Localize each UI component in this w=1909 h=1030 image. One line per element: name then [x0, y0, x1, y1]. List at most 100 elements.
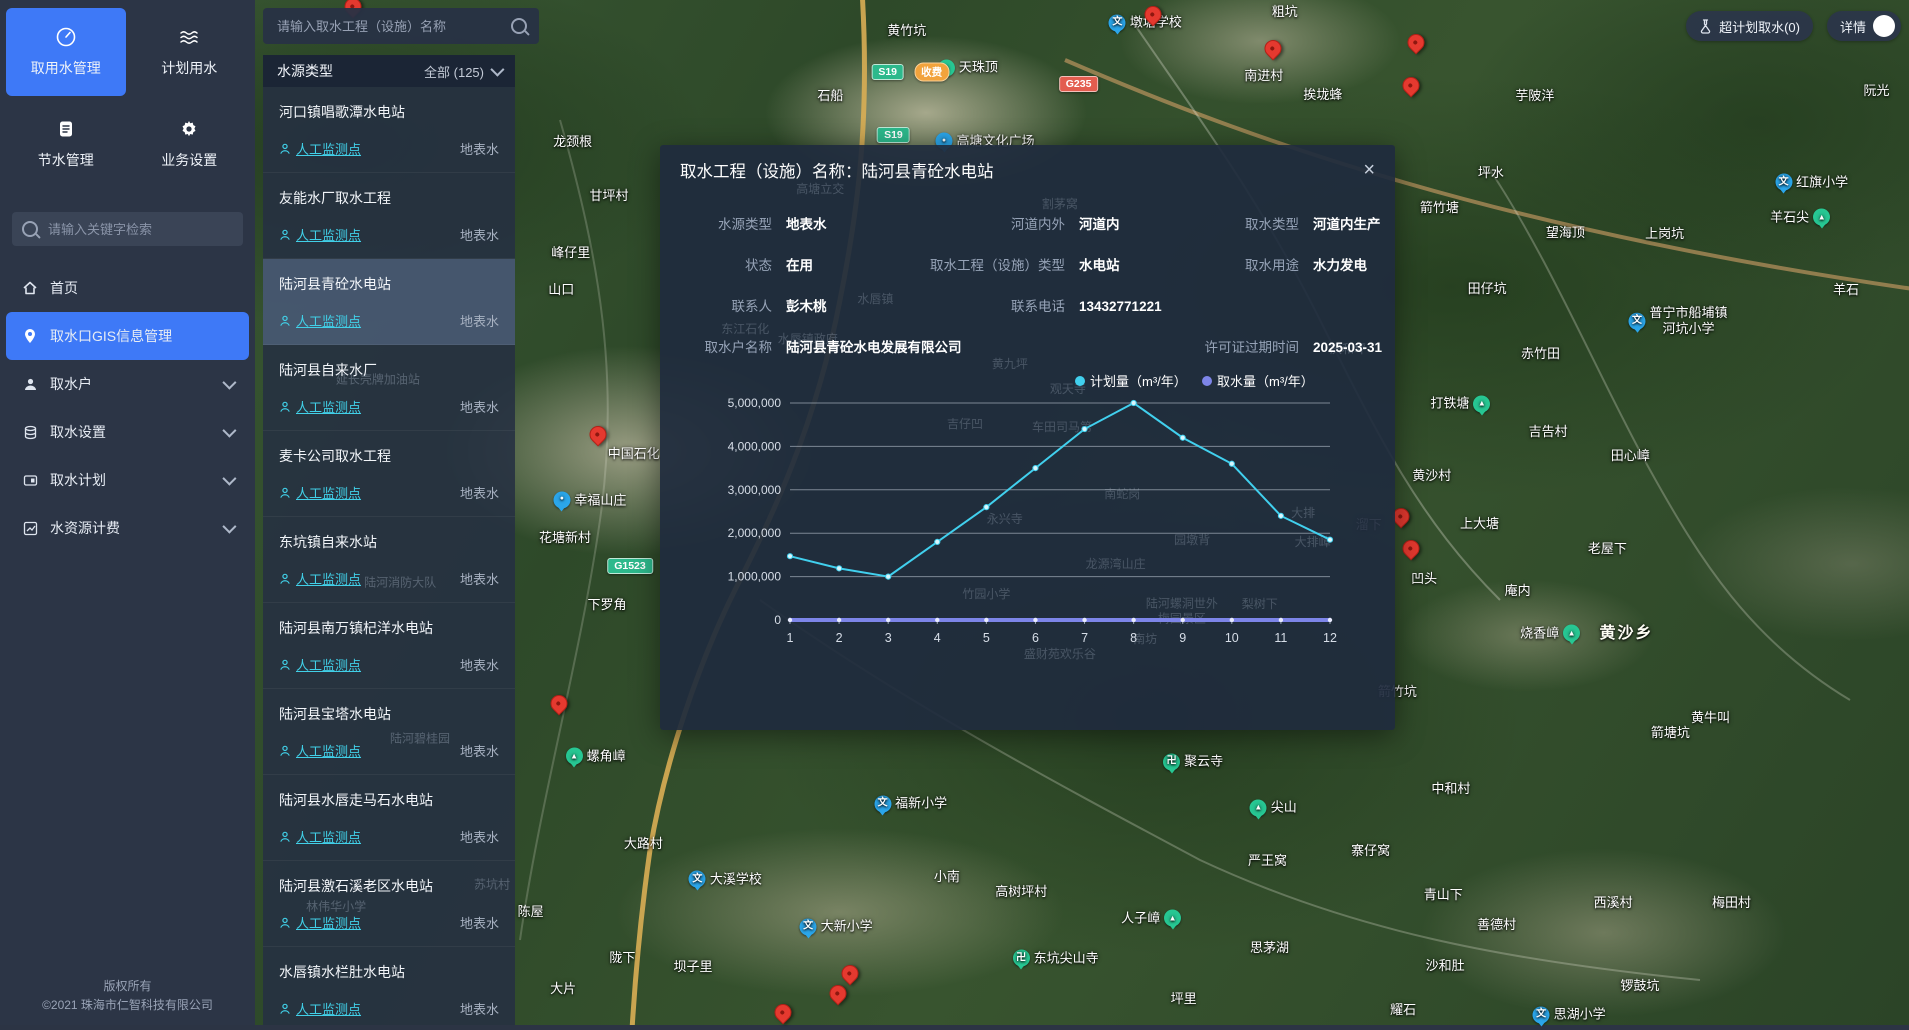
field-value: 彭木桃 — [786, 295, 827, 315]
svg-text:1,000,000: 1,000,000 — [728, 570, 782, 584]
map-label: 上大塘 — [1460, 516, 1499, 532]
school-poi-icon: 文 — [874, 795, 891, 812]
map-label: 龙颈根 — [553, 134, 592, 150]
list-item[interactable]: 河口镇唱歌潭水电站人工监测点地表水 — [263, 87, 515, 173]
svg-text:5: 5 — [983, 631, 990, 645]
facility-search[interactable] — [263, 8, 539, 44]
field-label: 状态 — [690, 254, 772, 274]
water-source-value: 地表水 — [460, 569, 499, 588]
map-label: 文红旗小学 — [1775, 174, 1848, 191]
map-label: 南进村 — [1244, 68, 1283, 84]
monitor-type-link[interactable]: 人工监测点 — [279, 483, 361, 502]
water-source-value: 地表水 — [460, 139, 499, 158]
school-poi-icon: 文 — [1533, 1006, 1550, 1023]
water-source-value: 地表水 — [460, 483, 499, 502]
sidebar-item-chart[interactable]: 水资源计费 — [6, 504, 249, 552]
map-label: ▲尖山 — [1250, 799, 1297, 816]
list-item[interactable]: 陆河县自来水厂人工监测点地表水 — [263, 345, 515, 431]
monitor-type-link[interactable]: 人工监测点 — [279, 999, 361, 1018]
monitor-type-link[interactable]: 人工监测点 — [279, 311, 361, 330]
map-label: 凹头 — [1411, 571, 1437, 587]
sidebar-item-home[interactable]: 首页 — [6, 264, 249, 312]
temple-poi-icon: 卍 — [1163, 753, 1180, 770]
person-icon — [279, 487, 291, 499]
module-waves[interactable]: 计划用水 — [130, 8, 250, 96]
module-gauge[interactable]: 取用水管理 — [6, 8, 126, 96]
map-label: 中国石化 — [608, 446, 660, 462]
card-icon — [22, 472, 38, 488]
monitor-type-link[interactable]: 人工监测点 — [279, 913, 361, 932]
map-label: 文福新小学 — [874, 795, 947, 812]
sidebar-item-database[interactable]: 取水设置 — [6, 408, 249, 456]
list-item[interactable]: 陆河县水唇走马石水电站人工监测点地表水 — [263, 775, 515, 861]
water-source-value: 地表水 — [460, 655, 499, 674]
module-document[interactable]: 节水管理 — [6, 100, 126, 188]
field-label: 联系人 — [690, 295, 772, 315]
facility-list-panel: 水源类型 全部 (125) 延长壳牌加油站陆河消防大队陆河碧桂园林伟华小学苏坑村… — [263, 55, 515, 1025]
road-badge: 收费 — [914, 62, 949, 81]
list-item[interactable]: 麦卡公司取水工程人工监测点地表水 — [263, 431, 515, 517]
module-gear[interactable]: 业务设置 — [130, 100, 250, 188]
person-icon — [279, 315, 291, 327]
map-label: 庵内 — [1505, 583, 1531, 599]
facility-name: 水唇镇水栏肚水电站 — [279, 962, 499, 982]
monitor-type-link[interactable]: 人工监测点 — [279, 827, 361, 846]
sidebar-item-map-pin[interactable]: 取水口GIS信息管理 — [6, 312, 249, 360]
search-icon[interactable] — [511, 18, 527, 34]
map-label: 黄竹坑 — [887, 23, 926, 39]
svg-text:1: 1 — [787, 631, 794, 645]
monitor-type-link[interactable]: 人工监测点 — [279, 655, 361, 674]
monitor-type-link[interactable]: 人工监测点 — [279, 741, 361, 760]
map-label: 卍聚云寺 — [1163, 753, 1223, 770]
monitor-type-link[interactable]: 人工监测点 — [279, 397, 361, 416]
map-label-faint: 陆河碧桂园 — [390, 729, 450, 746]
sidebar-item-label: 取水设置 — [50, 422, 106, 442]
list-item[interactable]: 陆河县南万镇杞洋水电站人工监测点地表水 — [263, 603, 515, 689]
home-icon — [22, 280, 38, 296]
filter-all-dropdown[interactable]: 全部 (125) — [424, 62, 501, 81]
gauge-label: 取用水管理 — [31, 58, 101, 78]
road-badge: S19 — [877, 127, 910, 143]
monitor-type-link[interactable]: 人工监测点 — [279, 225, 361, 244]
monitor-type-link[interactable]: 人工监测点 — [279, 569, 361, 588]
toggle-knob[interactable] — [1873, 15, 1895, 37]
map-label: 坝子里 — [673, 958, 712, 974]
user-icon — [22, 376, 38, 392]
list-item[interactable]: 友能水厂取水工程人工监测点地表水 — [263, 173, 515, 259]
map-label: 高树坪村 — [995, 884, 1047, 900]
map-label: 卍东坑尖山寺 — [1013, 950, 1099, 967]
school-poi-icon: 文 — [689, 871, 706, 888]
sidebar-search[interactable] — [12, 212, 243, 246]
chevron-down-icon — [222, 424, 236, 438]
monitor-type-link[interactable]: 人工监测点 — [279, 139, 361, 158]
facility-search-input[interactable] — [275, 18, 503, 35]
map-label: 大路村 — [624, 835, 663, 851]
svg-text:7: 7 — [1081, 631, 1088, 645]
svg-text:12: 12 — [1323, 631, 1337, 645]
sidebar-search-input[interactable] — [46, 221, 233, 238]
facility-name: 东坑镇自来水站 — [279, 532, 499, 552]
search-icon — [22, 221, 38, 237]
sidebar-item-label: 取水口GIS信息管理 — [50, 326, 172, 346]
map-label: 花塘新村 — [539, 530, 591, 546]
sidebar-item-user[interactable]: 取水户 — [6, 360, 249, 408]
map-label: 西溪村 — [1594, 895, 1633, 911]
list-item[interactable]: 陆河县激石溪老区水电站人工监测点地表水 — [263, 861, 515, 947]
map-label: 甘坪村 — [589, 188, 628, 204]
list-item[interactable]: 水唇镇水栏肚水电站人工监测点地表水 — [263, 947, 515, 1025]
sidebar-item-label: 取水计划 — [50, 470, 106, 490]
map-label: ▲螺角嶂 — [566, 748, 626, 765]
gear-label: 业务设置 — [161, 150, 217, 170]
svg-text:11: 11 — [1274, 631, 1287, 645]
over-plan-button[interactable]: 超计划取水(0) — [1686, 11, 1813, 41]
svg-text:5,000,000: 5,000,000 — [728, 396, 782, 410]
detail-toggle[interactable]: 详情 — [1827, 11, 1901, 41]
sidebar-item-card[interactable]: 取水计划 — [6, 456, 249, 504]
gauge-icon — [55, 26, 77, 48]
close-icon[interactable]: × — [1363, 160, 1375, 180]
map-label: 粗坑 — [1272, 4, 1298, 20]
map-label: 陈屋 — [518, 904, 544, 920]
chevron-down-icon — [490, 63, 504, 77]
map-label: 善德村 — [1477, 916, 1516, 932]
list-item[interactable]: 陆河县青砼水电站人工监测点地表水 — [263, 259, 515, 345]
